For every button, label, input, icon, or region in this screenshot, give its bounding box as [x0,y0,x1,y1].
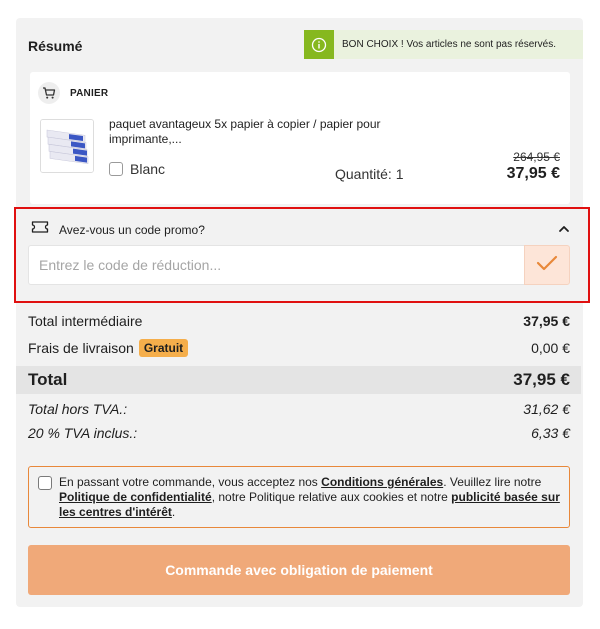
cart-box: PANIER paquet avantageux 5x papier à cop… [30,72,570,204]
product-name[interactable]: paquet avantageux 5x papier à copier / p… [109,117,429,147]
subtotal-label: Total intermédiaire [28,313,143,329]
apply-promo-button[interactable] [524,245,570,285]
free-shipping-badge: Gratuit [138,339,189,357]
shipping-value: 0,00 € [531,340,570,356]
total-label: Total [28,370,68,389]
total-row: Total 37,95 € [28,370,570,390]
promo-label: Avez-vous un code promo? [59,222,205,237]
original-price: 264,95 € [513,150,560,164]
promo-code-input[interactable] [28,245,524,285]
vat-label: 20 % TVA inclus.: [28,425,138,441]
quantity-label: Quantité: 1 [335,166,404,182]
terms-text-part: En passant votre commande, vous acceptez… [59,475,322,489]
reservation-notice: BON CHOIX ! Vos articles ne sont pas rés… [304,30,583,59]
variant-option[interactable]: Blanc [109,161,165,177]
place-order-button[interactable]: Commande avec obligation de paiement [28,545,570,595]
privacy-policy-link[interactable]: Politique de confidentialité [59,490,212,504]
chevron-up-icon[interactable] [558,221,570,239]
net-total-row: Total hors TVA.: 31,62 € [28,401,570,417]
check-icon [536,255,558,276]
terms-box: En passant votre commande, vous acceptez… [28,466,570,528]
subtotal-value: 37,95 € [523,313,570,329]
notice-text: BON CHOIX ! Vos articles ne sont pas rés… [342,39,556,50]
cart-icon [38,82,60,104]
terms-checkbox[interactable] [38,476,52,490]
terms-text: En passant votre commande, vous acceptez… [59,475,564,520]
terms-text-part: . [171,505,176,519]
shipping-label: Frais de livraison [28,340,134,356]
ticket-icon [31,220,49,239]
promo-toggle[interactable]: Avez-vous un code promo? [31,220,205,239]
variant-label: Blanc [130,161,166,177]
terms-text-part: . Veuillez lire notre [443,475,542,489]
item-price: 37,95 € [506,165,560,182]
net-total-value: 31,62 € [523,401,570,417]
terms-text-part: , notre Politique relative aux cookies e… [211,490,452,504]
net-total-label: Total hors TVA.: [28,401,128,417]
variant-checkbox[interactable] [109,162,123,176]
product-thumbnail[interactable] [40,119,94,173]
cart-header: PANIER [38,82,108,104]
cart-label: PANIER [70,87,109,99]
vat-row: 20 % TVA inclus.: 6,33 € [28,425,570,441]
total-value: 37,95 € [513,370,570,389]
promo-code-section: Avez-vous un code promo? [14,207,590,303]
summary-title: Résumé [28,38,83,54]
subtotal-row: Total intermédiaire 37,95 € [28,313,570,329]
info-icon [304,30,334,59]
terms-link[interactable]: Conditions générales [321,475,443,489]
shipping-row: Frais de livraison Gratuit 0,00 € [28,339,570,357]
vat-value: 6,33 € [531,425,570,441]
